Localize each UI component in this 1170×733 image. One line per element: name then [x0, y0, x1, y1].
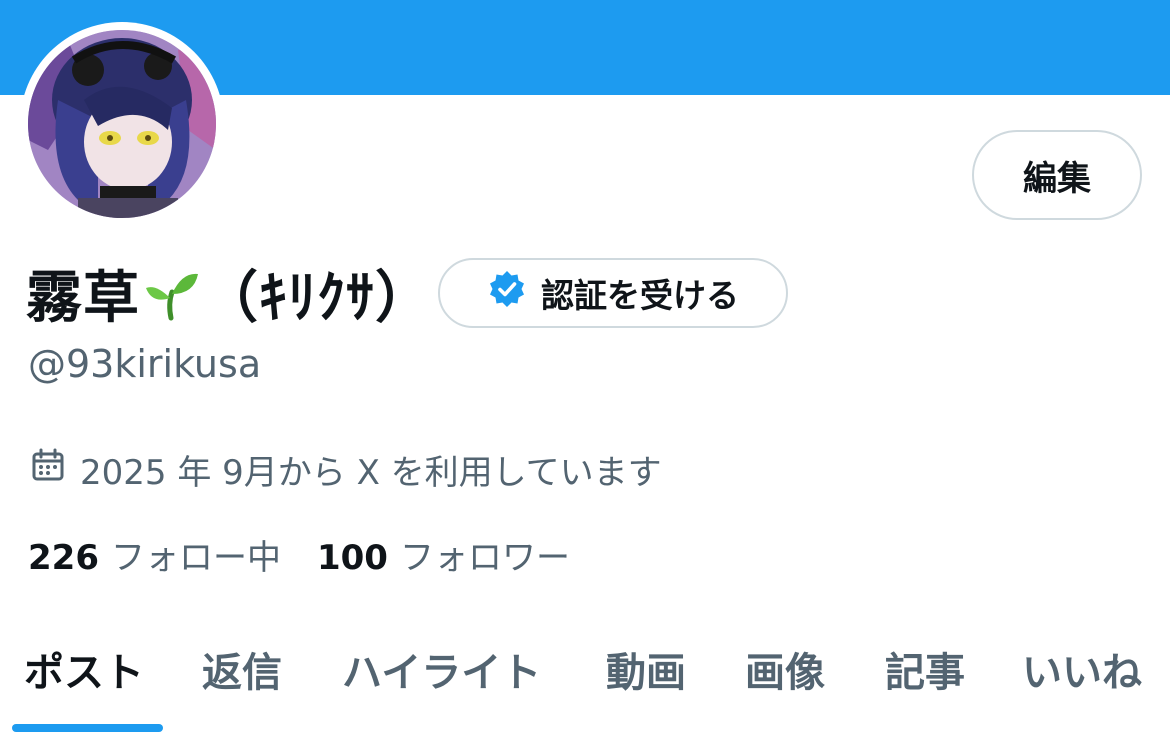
- joined-date: 2025 年 9月から X を利用しています: [30, 446, 662, 493]
- edit-profile-button[interactable]: 編集: [972, 130, 1142, 220]
- follow-stats: 226 フォロー中 100 フォロワー: [28, 530, 606, 578]
- verified-badge-icon: [487, 269, 527, 317]
- profile-handle: @93kirikusa: [28, 342, 262, 386]
- followers-label: フォロワー: [399, 537, 570, 578]
- tab-highlights[interactable]: ハイライト: [342, 640, 541, 698]
- tab-videos[interactable]: 動画: [606, 640, 686, 698]
- followers-count: 100: [316, 537, 388, 578]
- get-verified-label: 認証を受ける: [541, 276, 739, 315]
- tab-images[interactable]: 画像: [745, 640, 825, 698]
- active-tab-indicator: [12, 724, 163, 732]
- tab-replies[interactable]: 返信: [202, 640, 282, 698]
- tab-posts[interactable]: ポスト: [24, 640, 144, 698]
- joined-date-text: 2025 年 9月から X を利用しています: [80, 452, 662, 493]
- following-link[interactable]: 226 フォロー中: [28, 530, 281, 579]
- display-name-kanji: 霧草: [26, 265, 140, 331]
- tab-likes[interactable]: いいね: [1022, 640, 1142, 698]
- display-name: 霧草 （ｷﾘｸｻ）: [26, 255, 432, 331]
- followers-link[interactable]: 100 フォロワー: [317, 530, 570, 579]
- edit-profile-label: 編集: [1023, 158, 1091, 199]
- display-name-reading: （ｷﾘｸｻ）: [202, 265, 432, 331]
- avatar-image: [28, 30, 216, 218]
- following-label: フォロー中: [110, 537, 281, 578]
- calendar-icon: [30, 447, 66, 492]
- sprout-icon: [142, 264, 200, 322]
- tab-articles[interactable]: 記事: [885, 640, 965, 698]
- following-count: 226: [28, 537, 99, 578]
- get-verified-button[interactable]: 認証を受ける: [438, 258, 788, 328]
- avatar[interactable]: [20, 22, 224, 226]
- profile-tabs: ポスト 返信 ハイライト 動画 画像 記事 いいね: [0, 630, 1170, 733]
